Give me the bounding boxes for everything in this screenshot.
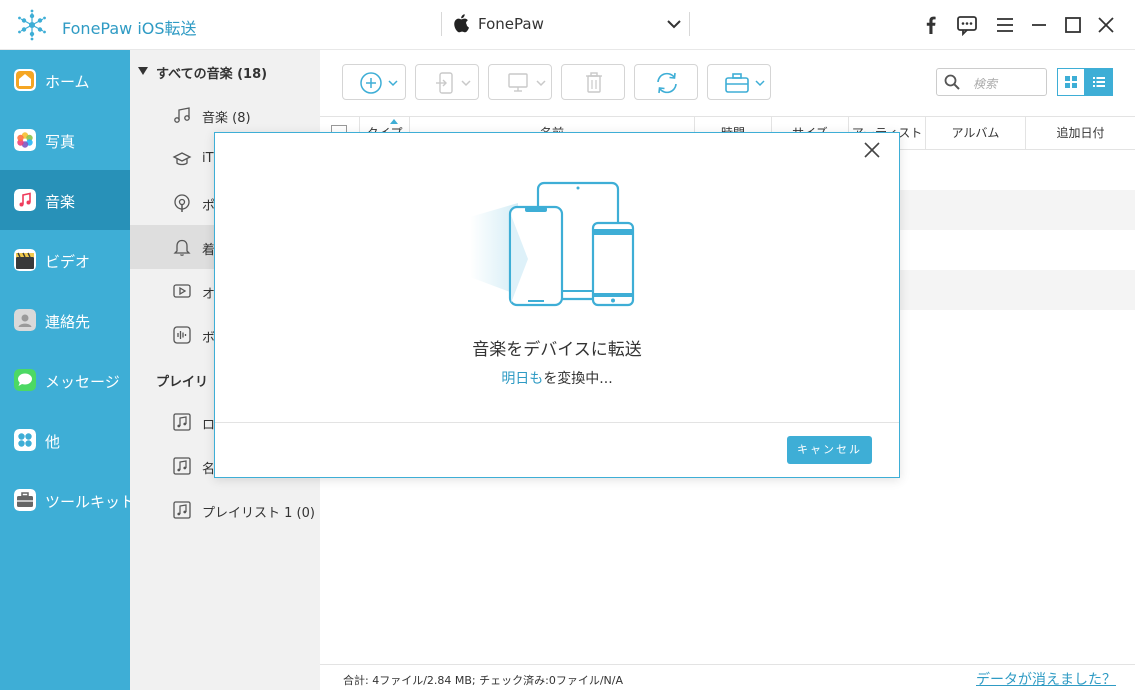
photos-icon <box>14 129 36 151</box>
facebook-icon[interactable] <box>920 14 942 36</box>
contacts-icon <box>14 309 36 331</box>
column-album-label: アルバム <box>951 126 1000 140</box>
chevron-down-icon <box>536 80 546 87</box>
sidebar-item-contacts[interactable]: 連絡先 <box>0 290 130 350</box>
grid-icon <box>1065 76 1077 88</box>
chevron-down-icon <box>388 80 398 87</box>
export-to-device-button[interactable] <box>415 64 479 100</box>
divider <box>441 12 442 36</box>
note-icon <box>174 107 190 123</box>
playlist-label: プレイリスト 1 (0) <box>202 506 315 521</box>
converting-suffix: を変換中... <box>543 371 613 387</box>
sidebar-item-video[interactable]: ビデオ <box>0 230 130 290</box>
voice-memo-icon <box>173 326 191 344</box>
sidebar-item-label: 写真 <box>45 133 76 151</box>
refresh-icon <box>657 72 677 94</box>
toolkit-icon <box>14 489 36 511</box>
column-date-added-label: 追加日付 <box>1056 126 1105 140</box>
chevron-down-icon <box>755 80 765 87</box>
converting-item-name: 明日も <box>501 371 544 387</box>
audiobook-icon <box>173 284 191 298</box>
device-name[interactable]: FonePaw <box>478 15 544 33</box>
status-summary: 合計: 4ファイル/2.84 MB; チェック済み:0ファイル/N/A <box>343 674 624 687</box>
search-icon <box>944 74 960 90</box>
main-sidebar: ホーム 写真 音楽 ビデオ 連絡先 メッセージ 他 ツールキット <box>0 50 135 690</box>
sidebar-item-toolkit[interactable]: ツールキット <box>0 470 135 530</box>
menu-icon[interactable] <box>994 14 1016 36</box>
fonepaw-logo-icon <box>18 9 46 41</box>
convert-button[interactable] <box>634 64 698 100</box>
monitor-export-icon <box>508 73 528 92</box>
data-recovery-link[interactable]: データが消えました？ <box>976 669 1116 689</box>
sidebar-item-music[interactable]: 音楽 <box>0 170 130 230</box>
list-icon <box>1093 77 1105 87</box>
close-icon[interactable] <box>1095 14 1117 36</box>
list-view-button[interactable] <box>1085 68 1113 96</box>
dialog-progress-text: 明日もを変換中... <box>215 368 899 388</box>
device-transfer-illustration <box>470 181 635 307</box>
toolbox-button[interactable] <box>707 64 771 100</box>
divider <box>215 422 899 423</box>
music-icon <box>14 189 36 211</box>
other-icon <box>14 429 36 451</box>
export-to-pc-button[interactable] <box>488 64 552 100</box>
sidebar-item-label: 音楽 <box>45 193 76 211</box>
category-label: 音楽 (8) <box>202 111 251 126</box>
sidebar-item-photos[interactable]: 写真 <box>0 110 130 170</box>
triangle-down-icon[interactable] <box>138 67 148 75</box>
sidebar-item-label: ツールキット <box>45 493 136 511</box>
search-placeholder: 検索 <box>973 77 998 91</box>
apple-icon <box>454 14 469 33</box>
plus-circle-icon <box>360 72 382 94</box>
playlist-icon <box>173 413 191 431</box>
podcast-icon <box>174 194 190 212</box>
sidebar-item-label: 他 <box>45 433 61 451</box>
messages-icon <box>14 369 36 391</box>
sidebar-item-home[interactable]: ホーム <box>0 50 130 110</box>
status-bar: 合計: 4ファイル/2.84 MB; チェック済み:0ファイル/N/A データが… <box>320 664 1135 690</box>
itunes-u-icon <box>172 152 192 166</box>
transfer-dialog: 音楽をデバイスに転送 明日もを変換中... キャンセル <box>214 132 900 478</box>
home-icon <box>14 69 36 91</box>
title-bar: FonePaw iOS転送 FonePaw <box>0 0 1135 50</box>
maximize-icon[interactable] <box>1062 14 1084 36</box>
delete-button[interactable] <box>561 64 625 100</box>
minimize-icon[interactable] <box>1028 14 1050 36</box>
divider <box>689 12 690 36</box>
toolbar: 検索 <box>320 50 1135 116</box>
trash-icon <box>586 72 602 93</box>
playlist-icon <box>173 501 191 519</box>
sidebar-item-label: 連絡先 <box>45 313 91 331</box>
app-title: FonePaw iOS転送 <box>62 19 197 38</box>
playlist-header: プレイリ <box>156 375 209 390</box>
chevron-down-icon[interactable] <box>666 18 682 30</box>
playlist-icon <box>173 457 191 475</box>
sidebar-item-label: メッセージ <box>45 373 120 391</box>
sidebar-item-messages[interactable]: メッセージ <box>0 350 130 410</box>
video-icon <box>14 249 36 271</box>
toolbox-icon <box>725 73 749 93</box>
close-icon[interactable] <box>861 139 883 161</box>
all-music-header[interactable]: すべての音楽 (18) <box>156 63 267 82</box>
column-date-added[interactable]: 追加日付 <box>1026 117 1135 149</box>
sidebar-item-label: ビデオ <box>45 253 91 271</box>
grid-view-button[interactable] <box>1057 68 1085 96</box>
sidebar-item-other[interactable]: 他 <box>0 410 130 470</box>
add-button[interactable] <box>342 64 406 100</box>
bell-icon <box>173 239 191 256</box>
category-music[interactable]: 音楽 (8) <box>130 93 320 137</box>
sidebar-item-label: ホーム <box>45 73 90 91</box>
search-input[interactable]: 検索 <box>936 68 1047 96</box>
category-label: iT <box>202 151 214 166</box>
dialog-title: 音楽をデバイスに転送 <box>472 340 642 360</box>
sort-ascending-icon <box>390 119 398 124</box>
chevron-down-icon <box>461 80 471 87</box>
playlist-item[interactable]: プレイリスト 1 (0) <box>130 488 320 532</box>
phone-export-icon <box>436 72 453 94</box>
cancel-button[interactable]: キャンセル <box>787 436 872 464</box>
column-album[interactable]: アルバム <box>926 117 1026 149</box>
feedback-icon[interactable] <box>956 14 978 36</box>
